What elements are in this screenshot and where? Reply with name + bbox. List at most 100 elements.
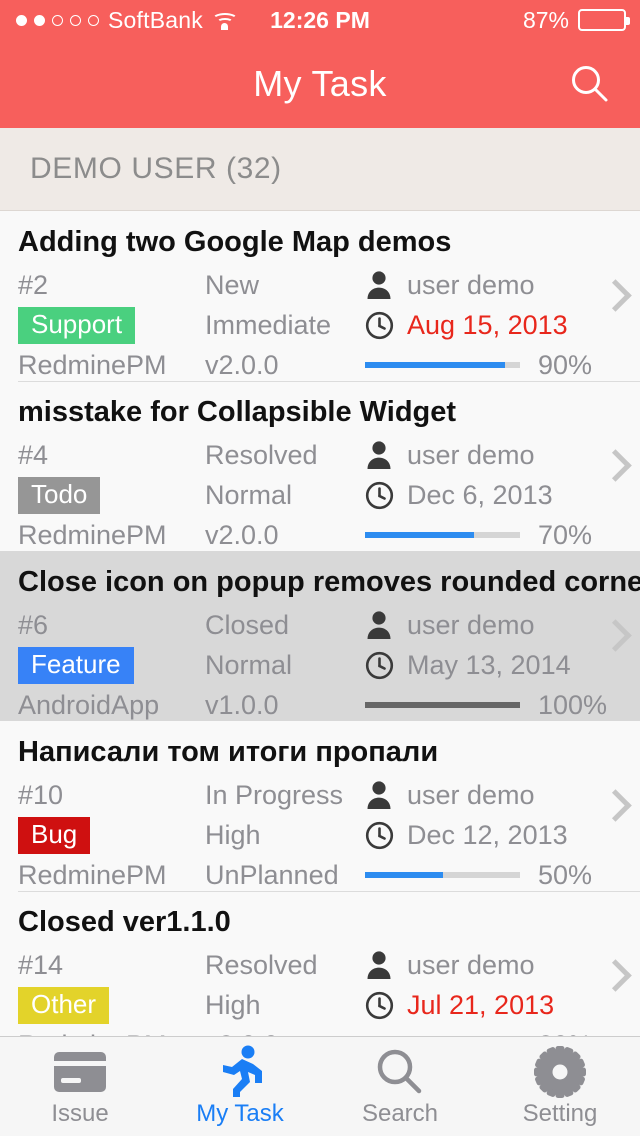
task-status: Resolved <box>205 439 318 470</box>
task-title: Adding two Google Map demos <box>18 226 452 258</box>
task-status: New <box>205 269 260 300</box>
person-icon <box>365 780 395 810</box>
progress-fill <box>365 532 474 539</box>
task-meta-line-3: AndroidApp v1.0.0 100% <box>18 685 622 725</box>
task-title: misstake for Collapsible Widget <box>18 396 457 428</box>
task-priority: High <box>205 989 261 1020</box>
tab-my-task[interactable]: My Task <box>160 1037 320 1136</box>
task-status: Closed <box>205 609 290 640</box>
task-meta-line-1: #14 Resolved user demo <box>18 945 622 985</box>
tab-setting[interactable]: Setting <box>480 1037 640 1136</box>
gear-icon <box>534 1046 586 1098</box>
tab-search[interactable]: Search <box>320 1037 480 1136</box>
task-meta-grid: #10 In Progress user demo Bug High Dec 12, 20… <box>18 775 622 895</box>
row-separator <box>18 721 640 722</box>
task-status: In Progress <box>205 779 344 810</box>
clock-icon <box>365 651 395 680</box>
task-row[interactable]: Adding two Google Map demos #2 New user dem… <box>0 211 640 381</box>
progress-label: 100% <box>538 689 608 720</box>
task-version: v2.0.0 <box>205 349 279 380</box>
task-due-date: May 13, 2014 <box>407 649 571 680</box>
task-assignee: user demo <box>407 949 535 980</box>
task-meta-grid: #6 Closed user demo Feature Normal May 13, 20… <box>18 605 622 725</box>
app-screen: SoftBank 12:26 PM 87% My Task DEMO USER … <box>0 0 640 1136</box>
task-progress: 70% <box>365 520 622 551</box>
chevron-right-icon[interactable] <box>602 449 622 483</box>
person-icon <box>365 440 395 470</box>
task-list[interactable]: Adding two Google Map demos #2 New user dem… <box>0 211 640 1036</box>
section-header: DEMO USER (32) <box>0 128 640 211</box>
task-assignee: user demo <box>407 439 535 470</box>
chevron-right-icon[interactable] <box>602 619 622 653</box>
task-version: UnPlanned <box>205 859 339 890</box>
task-progress: 100% <box>365 690 622 721</box>
task-version: v2.0.0 <box>205 519 279 550</box>
person-icon <box>365 950 395 980</box>
task-project: RedminePM <box>18 519 167 550</box>
task-meta-line-3: RedminePM v2.0.0 90% <box>18 345 622 385</box>
tab-issue[interactable]: Issue <box>0 1037 160 1136</box>
task-meta-line-2: Bug High Dec 12, 2013 <box>18 815 622 855</box>
progress-fill <box>365 362 505 369</box>
task-row[interactable]: Closed ver1.1.0 #14 Resolved user demo Other… <box>0 891 640 1036</box>
tab-label: My Task <box>196 1100 284 1127</box>
task-row[interactable]: Close icon on popup removes rounded corn… <box>0 551 640 721</box>
task-meta-line-2: Other High Jul 21, 2013 <box>18 985 622 1025</box>
task-due-date: Jul 21, 2013 <box>407 989 555 1020</box>
progress-label: 70% <box>538 519 593 550</box>
page-title: My Task <box>253 63 387 104</box>
task-title: Closed ver1.1.0 <box>18 906 231 938</box>
task-project: AndroidApp <box>18 689 160 720</box>
row-separator <box>18 551 640 552</box>
task-meta-line-2: Feature Normal May 13, 2014 <box>18 645 622 685</box>
task-project: RedminePM <box>18 349 167 380</box>
task-id: #10 <box>18 779 64 810</box>
clock-icon <box>365 481 395 510</box>
task-meta-grid: #2 New user demo Support Immediate Aug 15, 20… <box>18 265 622 385</box>
task-meta-grid: #14 Resolved user demo Other High Jul 21, 201… <box>18 945 622 1036</box>
task-id: #14 <box>18 949 64 980</box>
progress-track <box>365 532 520 539</box>
chevron-right-icon[interactable] <box>602 279 622 313</box>
status-bar: SoftBank 12:26 PM 87% <box>0 0 640 40</box>
clock-icon <box>365 991 395 1020</box>
progress-label: 50% <box>538 859 593 890</box>
task-meta-line-1: #10 In Progress user demo <box>18 775 622 815</box>
task-meta-line-1: #2 New user demo <box>18 265 622 305</box>
progress-fill <box>365 872 443 879</box>
task-title: Close icon on popup removes rounded corn… <box>18 566 640 598</box>
task-version: v1.0.0 <box>205 689 279 720</box>
progress-track <box>365 872 520 879</box>
task-row[interactable]: Написали том итоги пропали #10 In Progress… <box>0 721 640 891</box>
task-priority: Immediate <box>205 309 332 340</box>
task-due-date: Dec 6, 2013 <box>407 479 553 510</box>
row-separator <box>18 891 640 892</box>
tab-label: Setting <box>522 1100 598 1127</box>
task-due-date: Aug 15, 2013 <box>407 309 568 340</box>
tracker-badge: Feature <box>18 646 134 684</box>
battery-percent-label: 87% <box>522 6 569 33</box>
chevron-right-icon[interactable] <box>602 959 622 993</box>
search-icon[interactable] <box>562 56 618 112</box>
chevron-right-icon[interactable] <box>602 789 622 823</box>
task-status: Resolved <box>205 949 318 980</box>
section-header-label: DEMO USER (32) <box>30 152 282 185</box>
task-title: Написали том итоги пропали <box>18 736 439 768</box>
task-meta-line-3: RedminePM UnPlanned 50% <box>18 855 622 895</box>
tab-bar[interactable]: Issue My Task Search Setting <box>0 1036 640 1136</box>
card-icon <box>52 1046 108 1098</box>
task-meta-line-3: RedminePMv2.0.020% <box>18 1025 622 1036</box>
task-project: RedminePM <box>18 859 167 890</box>
task-row[interactable]: misstake for Collapsible Widget #4 Resolve… <box>0 381 640 551</box>
task-meta-grid: #4 Resolved user demo Todo Normal Dec 6, 2013… <box>18 435 622 555</box>
runner-icon <box>217 1045 263 1098</box>
task-meta-line-1: #6 Closed user demo <box>18 605 622 645</box>
task-id: #4 <box>18 439 49 470</box>
tracker-badge: Other <box>18 986 110 1024</box>
tracker-badge: Todo <box>18 476 101 514</box>
task-meta-line-3: RedminePM v2.0.0 70% <box>18 515 622 555</box>
clock-icon <box>365 311 395 340</box>
battery-icon <box>578 9 630 31</box>
tab-label: Search <box>361 1100 439 1127</box>
tracker-badge: Support <box>18 306 136 344</box>
